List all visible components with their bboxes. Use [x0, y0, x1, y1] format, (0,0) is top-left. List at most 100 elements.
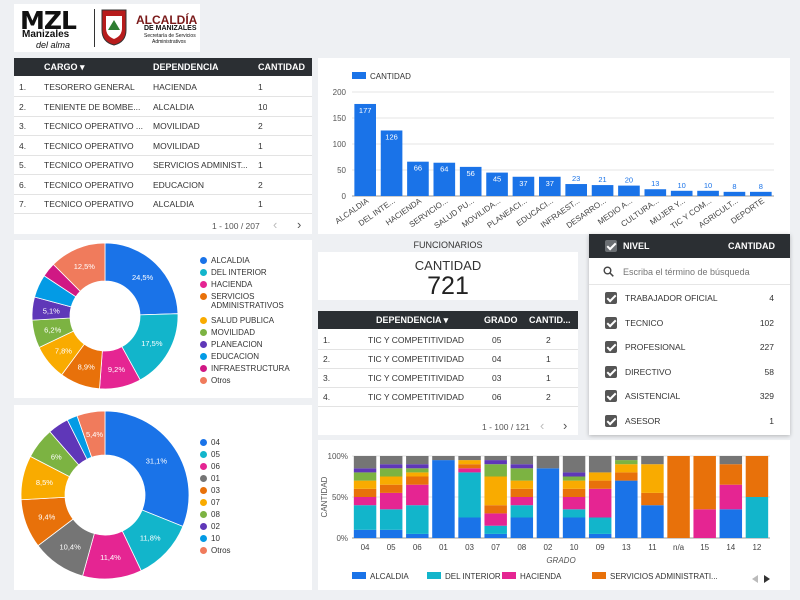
legend-item[interactable]: 08	[200, 510, 220, 519]
stacked-segment[interactable]	[510, 488, 534, 497]
stacked-segment[interactable]	[562, 476, 586, 481]
stacked-segment[interactable]	[588, 480, 612, 489]
stacked-segment[interactable]	[510, 517, 534, 539]
header-cantidad[interactable]: CANTIDAD	[258, 62, 305, 72]
bar[interactable]	[723, 191, 746, 196]
stacked-segment[interactable]	[406, 468, 429, 473]
filter-option[interactable]: ASISTENCIAL 329	[589, 384, 790, 408]
filter-option-checkbox[interactable]	[605, 341, 617, 354]
legend-item[interactable]: 01	[200, 474, 220, 483]
stacked-segment[interactable]	[745, 497, 769, 538]
stacked-segment[interactable]	[562, 517, 586, 539]
stacked-segment[interactable]	[641, 492, 664, 506]
legend-item[interactable]: PLANEACION	[200, 340, 263, 349]
legend-item[interactable]: 02	[200, 522, 220, 531]
table-row[interactable]: 6. TECNICO OPERATIVO EDUCACION 2	[14, 175, 312, 195]
filter-option[interactable]: ASESOR 1	[589, 409, 790, 433]
legend-item[interactable]: INFRAESTRUCTURA	[200, 364, 290, 373]
stacked-segment[interactable]	[379, 492, 403, 510]
stacked-segment[interactable]	[615, 464, 638, 473]
table-row[interactable]: 4. TECNICO OPERATIVO MOVILIDAD 1	[14, 136, 312, 156]
stacked-segment[interactable]	[693, 456, 716, 510]
stacked-segment[interactable]	[458, 456, 481, 461]
table-row[interactable]: 7. TECNICO OPERATIVO ALCALDIA 1	[14, 194, 312, 214]
stacked-segment[interactable]	[406, 476, 429, 485]
stacked-segment[interactable]	[510, 464, 534, 469]
stacked-segment[interactable]	[406, 456, 429, 465]
stacked-segment[interactable]	[510, 505, 534, 518]
filter-option-checkbox[interactable]	[605, 390, 617, 403]
stacked-segment[interactable]	[693, 509, 716, 538]
stacked-segment[interactable]	[458, 460, 481, 465]
stacked-segment[interactable]	[379, 476, 403, 485]
stacked-segment[interactable]	[406, 472, 429, 477]
stacked-segment[interactable]	[484, 456, 507, 461]
stacked-segment[interactable]	[484, 505, 507, 514]
stacked-segment[interactable]	[379, 484, 403, 493]
filter-option[interactable]: DIRECTIVO 58	[589, 360, 790, 384]
header-dependencia[interactable]: DEPENDENCIA	[153, 62, 219, 72]
legend-prev-icon[interactable]	[752, 575, 758, 583]
table-row[interactable]: 1. TIC Y COMPETITIVIDAD 05 2	[318, 330, 578, 350]
filter-option-checkbox[interactable]	[605, 292, 617, 304]
stacked-segment[interactable]	[562, 472, 586, 477]
stacked-segment[interactable]	[406, 505, 429, 534]
legend-item[interactable]: 10	[200, 534, 220, 543]
legend-item[interactable]: ALCALDIA	[200, 256, 250, 265]
stacked-segment[interactable]	[510, 456, 534, 465]
bar[interactable]	[565, 184, 588, 196]
stacked-segment[interactable]	[353, 468, 377, 473]
stacked-segment[interactable]	[562, 488, 586, 497]
bar[interactable]	[644, 189, 667, 196]
stacked-segment[interactable]	[641, 505, 664, 538]
table-row[interactable]: 5. TECNICO OPERATIVO SERVICIOS ADMINIST...…	[14, 155, 312, 175]
legend-item[interactable]: EDUCACION	[200, 352, 259, 361]
stacked-segment[interactable]	[353, 488, 377, 497]
stacked-segment[interactable]	[588, 488, 612, 518]
table-row[interactable]: 3. TIC Y COMPETITIVIDAD 03 1	[318, 368, 578, 388]
stacked-segment[interactable]	[510, 480, 534, 489]
legend-item[interactable]: DEL INTERIOR	[200, 268, 267, 277]
bar[interactable]	[354, 103, 377, 196]
filter-option[interactable]: TECNICO 102	[589, 311, 790, 335]
stacked-segment[interactable]	[745, 456, 769, 497]
stacked-segment[interactable]	[458, 472, 481, 518]
stacked-segment[interactable]	[353, 480, 377, 489]
table-row[interactable]: 1. TESORERO GENERAL HACIENDA 1	[14, 77, 312, 97]
stacked-segment[interactable]	[641, 456, 664, 465]
stacked-segment[interactable]	[510, 468, 534, 481]
legend-next-icon[interactable]	[764, 575, 770, 583]
filter-option-checkbox[interactable]	[605, 365, 617, 378]
filter-option-checkbox[interactable]	[605, 316, 617, 329]
stacked-segment[interactable]	[615, 460, 638, 465]
legend-item[interactable]: 07	[200, 498, 220, 507]
table-row[interactable]: 3. TECNICO OPERATIVO ... MOVILIDAD 2	[14, 116, 312, 136]
bar[interactable]	[618, 185, 640, 196]
bar[interactable]	[697, 190, 719, 196]
stacked-segment[interactable]	[484, 533, 507, 538]
header-cantidad-2[interactable]: CANTID...	[529, 315, 571, 325]
legend-item[interactable]: 04	[200, 438, 220, 447]
bar[interactable]	[591, 185, 614, 196]
stacked-segment[interactable]	[379, 509, 403, 530]
stacked-segment[interactable]	[562, 480, 586, 489]
stacked-segment[interactable]	[379, 529, 403, 538]
stacked-segment[interactable]	[432, 460, 455, 538]
legend-item[interactable]: 05	[200, 450, 220, 459]
stacked-segment[interactable]	[353, 505, 377, 530]
stacked-segment[interactable]	[615, 472, 638, 481]
stacked-segment[interactable]	[406, 484, 429, 506]
stacked-segment[interactable]	[667, 456, 690, 538]
prev-page-button[interactable]: ‹	[273, 217, 277, 232]
stacked-segment[interactable]	[562, 456, 586, 473]
stacked-segment[interactable]	[719, 509, 743, 538]
legend-item[interactable]: HACIENDA	[200, 280, 252, 289]
next-page-button[interactable]: ›	[297, 217, 301, 232]
filter-option-checkbox[interactable]	[605, 415, 617, 427]
stacked-segment[interactable]	[379, 456, 403, 465]
table-row[interactable]: 4. TIC Y COMPETITIVIDAD 06 2	[318, 387, 578, 407]
header-grado[interactable]: GRADO	[484, 315, 518, 325]
bar[interactable]	[670, 190, 693, 196]
header-dependencia-2[interactable]: DEPENDENCIA ▾	[376, 315, 448, 326]
pie-slice[interactable]	[104, 410, 190, 527]
